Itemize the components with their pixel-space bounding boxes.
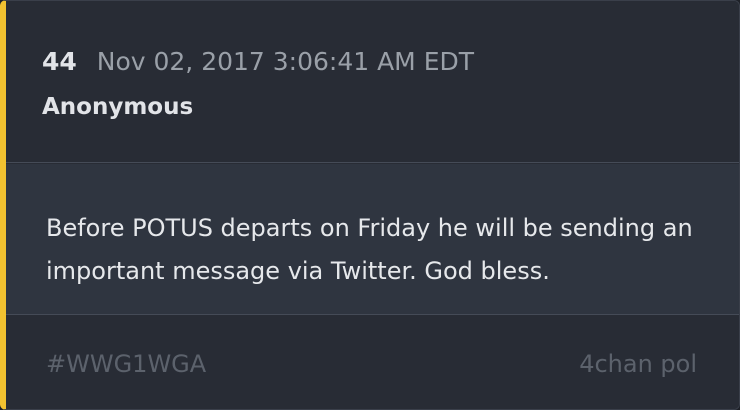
- post-body: Before POTUS departs on Friday he will b…: [6, 164, 739, 315]
- post-number[interactable]: 44: [42, 47, 77, 76]
- post-tag[interactable]: #WWG1WGA: [46, 349, 206, 379]
- post-card: 44 Nov 02, 2017 3:06:41 AM EDT Anonymous…: [0, 0, 740, 410]
- post-text: Before POTUS departs on Friday he will b…: [46, 214, 693, 285]
- post-meta: 44 Nov 02, 2017 3:06:41 AM EDT: [42, 47, 474, 77]
- post-footer: #WWG1WGA 4chan pol: [6, 316, 739, 409]
- post-header: 44 Nov 02, 2017 3:06:41 AM EDT Anonymous: [6, 1, 739, 163]
- post-timestamp: Nov 02, 2017 3:06:41 AM EDT: [96, 47, 475, 76]
- post-source: 4chan pol: [579, 350, 697, 378]
- post-author: Anonymous: [42, 94, 194, 120]
